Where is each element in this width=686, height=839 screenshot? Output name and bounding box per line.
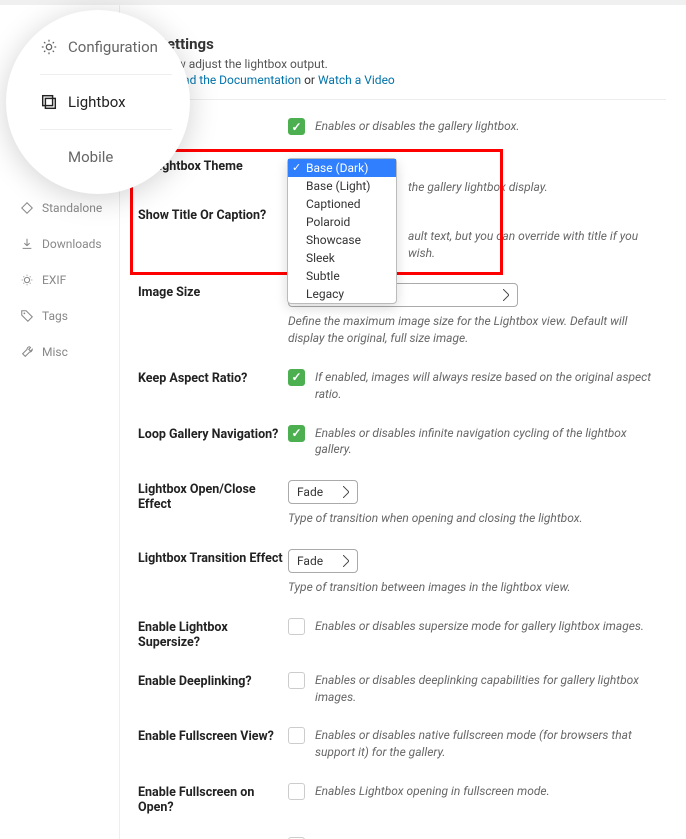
setting-row-fullscreen: Enable Fullscreen View? Enables or disabl… [138,727,666,761]
setting-row-theme: ry Lightbox Theme the gallery lightbox d… [138,157,666,196]
diamond-icon [20,201,34,215]
setting-label: Enable Lightbox Supersize? [138,618,288,650]
setting-row-aspect: Keep Aspect Ratio? If enabled, images wil… [138,369,666,403]
setting-label: Image Size [138,283,288,300]
setting-body: Enables or disables supersize mode for g… [288,618,666,635]
setting-body: Enables or disables deeplinking capabili… [288,672,666,706]
setting-label: Loop Gallery Navigation? [138,425,288,442]
help-line: help? Read the Documentation or Watch a … [138,73,666,87]
sidebar-item-standalone[interactable]: Standalone [0,190,119,226]
page-title: ox Settings [138,35,666,53]
setting-row-image_size: Image SizeDefaultDefine the maximum imag… [138,283,666,347]
setting-description: Enables Lightbox opening in fullscreen m… [315,783,550,800]
setting-label: Enable Fullscreen on Open? [138,783,288,815]
setting-description: Define the maximum image size for the Li… [288,313,666,347]
zoom-lens: Configuration Lightbox Mobile [6,10,190,194]
sidebar-item-label: Downloads [42,237,102,251]
theme-option[interactable]: Base (Dark) [288,159,396,177]
setting-body: Enables or disables the gallery lightbox… [288,118,666,135]
enable_lightbox-checkbox[interactable] [288,118,305,135]
lightbox-icon [40,93,58,111]
setting-label: Keep Aspect Ratio? [138,369,288,386]
setting-body: Fade Type of transition between images in… [288,549,666,596]
tag-icon [20,309,34,323]
fullscreen-checkbox[interactable] [288,727,305,744]
sidebar-item-label: Tags [42,309,68,323]
theme-option[interactable]: Polaroid [288,213,396,231]
setting-row-deeplink: Enable Deeplinking? Enables or disables d… [138,672,666,706]
gear-icon [40,38,58,56]
video-link[interactable]: Watch a Video [318,73,395,87]
loop-checkbox[interactable] [288,425,305,442]
divider [138,99,666,100]
sidebar-item-misc[interactable]: Misc [0,334,119,370]
theme-option[interactable]: Subtle [288,267,396,285]
setting-row-loop: Loop Gallery Navigation? Enables or disab… [138,425,666,459]
setting-row-show_title: Show Title Or Caption? ault text, but you… [138,206,666,262]
zoom-label: Mobile [68,148,113,166]
aspect-checkbox[interactable] [288,369,305,386]
setting-description: Type of transition when opening and clos… [288,510,666,527]
setting-label: Enable Deeplinking? [138,672,288,689]
setting-body: Enables or disables native fullscreen mo… [288,727,666,761]
setting-row-enable_lightbox: ghtbox?Enables or disables the gallery l… [138,118,666,135]
theme-option[interactable]: Legacy [288,285,396,303]
theme-dropdown[interactable]: Base (Dark)Base (Light)CaptionedPolaroid… [287,158,397,304]
sidebar-item-mobile-zoom[interactable]: Mobile [40,130,172,184]
zoom-label: Lightbox [68,93,126,111]
setting-row-trans_effect: Lightbox Transition EffectFade Type of tr… [138,549,666,596]
setting-label: Lightbox Transition Effect [138,549,288,566]
main-panel: ox Settings gs below adjust the lightbox… [120,5,686,839]
setting-description: Enables or disables native fullscreen mo… [315,727,666,761]
setting-description: If enabled, images will always resize ba… [315,369,666,403]
setting-description: Enables or disables deeplinking capabili… [315,672,666,706]
setting-row-open_effect: Lightbox Open/Close EffectFade Type of tr… [138,480,666,527]
sidebar-item-tags[interactable]: Tags [0,298,119,334]
deeplink-checkbox[interactable] [288,672,305,689]
sidebar-item-lightbox-zoom[interactable]: Lightbox [40,75,172,130]
setting-description: Type of transition between images in the… [288,579,666,596]
setting-description: ault text, but you can override with tit… [408,228,666,262]
mobile-icon [40,148,58,166]
setting-row-supersize: Enable Lightbox Supersize? Enables or dis… [138,618,666,650]
theme-option[interactable]: Showcase [288,231,396,249]
setting-body: Enables or disables infinite navigation … [288,425,666,459]
sidebar-item-label: EXIF [42,273,66,287]
wrench-icon [20,345,34,359]
zoom-label: Configuration [68,38,158,56]
sidebar-item-configuration-zoom[interactable]: Configuration [40,20,172,75]
setting-body: Enables Lightbox opening in fullscreen m… [288,783,666,800]
setting-description: Enables or disables supersize mode for g… [315,618,644,635]
sidebar-item-exif[interactable]: EXIF [0,262,119,298]
sidebar-item-label: Misc [42,345,68,359]
supersize-checkbox[interactable] [288,618,305,635]
sun-icon [20,273,34,287]
theme-option[interactable]: Sleek [288,249,396,267]
sidebar-item-downloads[interactable]: Downloads [0,226,119,262]
setting-body: Fade Type of transition when opening and … [288,480,666,527]
doc-link[interactable]: Read the Documentation [169,73,301,87]
page-subtitle: gs below adjust the lightbox output. [138,57,666,71]
sidebar-item-label: Standalone [42,201,102,215]
trans_effect-select[interactable]: Fade [288,549,358,573]
setting-body: If enabled, images will always resize ba… [288,369,666,403]
fs_open-checkbox[interactable] [288,783,305,800]
setting-label: Show Title Or Caption? [138,206,288,223]
setting-label: Enable Fullscreen View? [138,727,288,744]
open_effect-select[interactable]: Fade [288,480,358,504]
theme-option[interactable]: Base (Light) [288,177,396,195]
theme-option[interactable]: Captioned [288,195,396,213]
setting-description: the gallery lightbox display. [408,179,666,196]
setting-description: Enables or disables infinite navigation … [315,425,666,459]
setting-description: Enables or disables the gallery lightbox… [315,118,520,135]
setting-row-fs_open: Enable Fullscreen on Open? Enables Lightb… [138,783,666,815]
download-icon [20,237,34,251]
setting-label: Lightbox Open/Close Effect [138,480,288,512]
